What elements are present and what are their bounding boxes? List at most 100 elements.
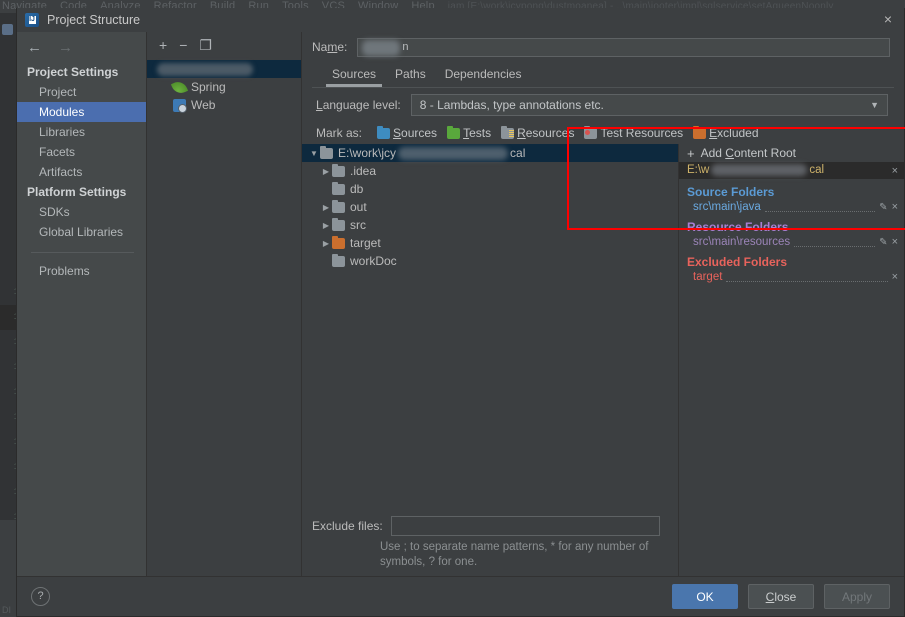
sidebar-item-libraries[interactable]: Libraries xyxy=(17,122,146,142)
twisty-icon[interactable]: ▶ xyxy=(320,239,332,248)
folder-icon xyxy=(332,217,345,231)
modules-toolbar: + − ❐ xyxy=(147,32,301,58)
nav-arrows: ← → xyxy=(17,32,146,62)
tree-row[interactable]: ▶ out xyxy=(302,198,678,216)
tree-row[interactable]: workDoc xyxy=(302,252,678,270)
dotted-filler xyxy=(794,238,876,247)
tree-row-label: src xyxy=(350,218,366,232)
name-label: Name: xyxy=(312,40,348,54)
dotted-filler xyxy=(764,203,876,212)
add-content-root-label: Add Content Root xyxy=(700,146,796,160)
mark-as-tests-button[interactable]: Tests xyxy=(444,125,494,140)
tree-row-label-tail: cal xyxy=(510,146,526,160)
dotted-filler xyxy=(726,273,888,282)
sidebar-item-global-libraries[interactable]: Global Libraries xyxy=(17,222,146,242)
copy-module-icon[interactable]: ❐ xyxy=(199,38,212,52)
twisty-icon[interactable]: ▶ xyxy=(320,221,332,230)
intellij-logo-icon: IJ xyxy=(25,13,39,27)
remove-content-root-icon[interactable]: × xyxy=(892,165,898,177)
source-folder-path: src\main\java xyxy=(693,201,761,213)
module-name-input[interactable]: n xyxy=(357,37,890,57)
folder-icon xyxy=(332,253,345,267)
module-tree-item-root[interactable] xyxy=(147,60,301,78)
chevron-down-icon: ▼ xyxy=(870,100,879,110)
remove-excluded-folder-icon[interactable]: × xyxy=(892,271,898,283)
folder-icon xyxy=(320,145,333,159)
sidebar-group-project-settings: Project Settings xyxy=(27,65,119,79)
tree-row[interactable]: ▶ target xyxy=(302,234,678,252)
content-root-details-column: + Add Content Root E:\w cal × Source Fold… xyxy=(679,144,904,576)
close-icon[interactable]: × xyxy=(880,12,896,28)
mark-as-sources-button[interactable]: Sources xyxy=(374,125,440,140)
remove-module-icon[interactable]: − xyxy=(179,38,187,52)
sidebar-item-sdks[interactable]: SDKs xyxy=(17,202,146,222)
mark-as-label: Mark as: xyxy=(316,126,363,140)
exclude-files-area: Exclude files: Use ; to separate name pa… xyxy=(302,510,678,576)
sources-folder-icon xyxy=(377,125,391,139)
twisty-icon[interactable]: ▶ xyxy=(320,203,332,212)
excluded-folder-item[interactable]: target × xyxy=(679,270,904,284)
test-resources-folder-icon xyxy=(584,125,598,139)
edit-pencil-icon[interactable]: ✎ xyxy=(879,202,887,213)
content-root-path: E:\w cal xyxy=(687,164,825,177)
module-facet-web[interactable]: Web xyxy=(147,96,301,114)
sidebar-item-problems[interactable]: Problems xyxy=(17,261,146,281)
language-level-select[interactable]: 8 - Lambdas, type annotations etc. ▼ xyxy=(410,94,888,116)
tree-row-label: .idea xyxy=(350,164,377,178)
forward-arrow-icon[interactable]: → xyxy=(58,40,73,55)
mark-as-resources-button[interactable]: Resources xyxy=(498,125,577,140)
excluded-folders-heading: Excluded Folders xyxy=(687,255,788,269)
facet-label: Spring xyxy=(191,80,226,94)
settings-sidebar: ← → Project Settings Project Modules Lib… xyxy=(17,32,147,576)
exclude-files-hint: Use ; to separate name patterns, * for a… xyxy=(380,541,649,568)
add-module-icon[interactable]: + xyxy=(159,38,167,52)
sidebar-divider xyxy=(31,252,134,253)
apply-button[interactable]: Apply xyxy=(824,584,890,609)
module-name-redacted xyxy=(157,62,253,76)
sidebar-item-project[interactable]: Project xyxy=(17,82,146,102)
close-button[interactable]: Close xyxy=(748,584,814,609)
add-content-root-button[interactable]: + Add Content Root xyxy=(679,144,904,162)
mark-as-test-resources-button[interactable]: Test Resources xyxy=(581,125,686,140)
sidebar-item-modules[interactable]: Modules xyxy=(17,102,146,122)
source-folders-heading: Source Folders xyxy=(687,185,775,199)
module-facet-spring[interactable]: Spring xyxy=(147,78,301,96)
content-root-path-row: E:\w cal × xyxy=(679,162,904,179)
edit-pencil-icon[interactable]: ✎ xyxy=(879,237,887,248)
tree-row-label: E:\work\jcy xyxy=(338,146,397,160)
tests-folder-icon xyxy=(447,125,461,139)
sidebar-item-facets[interactable]: Facets xyxy=(17,142,146,162)
source-folder-item[interactable]: src\main\java ✎ × xyxy=(679,200,904,214)
tree-row[interactable]: ▶ src xyxy=(302,216,678,234)
tree-row[interactable]: ▶ .idea xyxy=(302,162,678,180)
name-value-tail: n xyxy=(402,40,409,53)
mark-as-label-excluded: Excluded xyxy=(709,126,759,140)
back-arrow-icon[interactable]: ← xyxy=(27,40,42,55)
ok-button[interactable]: OK xyxy=(672,584,738,609)
module-name-row: Name: n xyxy=(302,32,904,62)
tab-sources[interactable]: Sources xyxy=(324,65,384,87)
language-level-label: Language level: xyxy=(316,98,401,112)
mark-as-row: Mark as: Sources Tests Resources Test Re… xyxy=(302,122,904,144)
tab-dependencies[interactable]: Dependencies xyxy=(437,65,530,84)
facet-label: Web xyxy=(191,98,216,112)
exclude-files-row: Exclude files: xyxy=(302,510,678,536)
sidebar-item-artifacts[interactable]: Artifacts xyxy=(17,162,146,182)
module-tabs: Sources Paths Dependencies xyxy=(302,62,904,87)
twisty-icon[interactable]: ▶ xyxy=(320,167,332,176)
mark-as-excluded-button[interactable]: Excluded xyxy=(690,125,761,140)
tree-row-label: target xyxy=(350,236,381,250)
remove-source-folder-icon[interactable]: × xyxy=(892,201,898,213)
content-root-path-redacted xyxy=(711,164,808,177)
mark-as-label-test-resources: Test Resources xyxy=(600,126,684,140)
tree-row[interactable]: db xyxy=(302,180,678,198)
tree-row-label: db xyxy=(350,182,364,196)
exclude-files-input[interactable] xyxy=(390,516,660,536)
tree-row[interactable]: ▼ E:\work\jcy cal xyxy=(302,144,678,162)
resource-folder-item[interactable]: src\main\resources ✎ × xyxy=(679,235,904,249)
help-icon[interactable]: ? xyxy=(31,587,50,606)
folder-icon xyxy=(332,181,345,195)
tab-paths[interactable]: Paths xyxy=(387,65,434,84)
remove-resource-folder-icon[interactable]: × xyxy=(892,236,898,248)
twisty-icon[interactable]: ▼ xyxy=(308,149,320,158)
